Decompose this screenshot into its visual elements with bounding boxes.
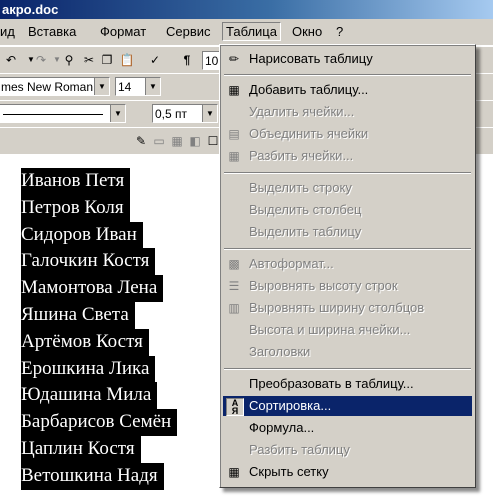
undo-icon[interactable]: ↶ [2,51,20,69]
paste-icon[interactable]: 📋 [118,51,136,69]
pilcrow-icon[interactable]: ¶ [178,51,196,69]
shading-icon[interactable]: ▦ [168,132,186,150]
menu-item-distribute-rows: ☰ Выровнять высоту строк [223,276,472,296]
zoom-value: 10 [205,54,219,68]
cut-icon[interactable]: ✂ [80,51,98,69]
list-item[interactable]: Юдашина Мила [21,382,158,410]
menu-item-formula[interactable]: Формула... [223,418,472,438]
list-item[interactable]: Петров Коля [21,194,130,222]
sort-az-icon: АЯ [226,398,244,416]
line-width-value: 0,5 пт [155,107,188,121]
chevron-down-icon[interactable]: ▼ [145,78,160,95]
list-item[interactable]: Артёмов Костя [21,328,149,356]
menu-item-autoformat: ▩ Автоформат... [223,254,472,274]
font-name-combo[interactable]: mes New Roman ▼ [0,77,110,96]
chevron-down-icon[interactable]: ▼ [202,105,217,122]
menu-item-distribute-columns: ▥ Выровнять ширину столбцов [223,298,472,318]
eraser-icon[interactable]: ▭ [150,132,168,150]
line-width-combo[interactable]: 0,5 пт ▼ [152,104,218,123]
list-item[interactable]: Ерошкина Лика [21,355,156,383]
font-size-combo[interactable]: 14 ▼ [115,77,161,96]
menu-item-insert-table[interactable]: ▦ Добавить таблицу... [223,80,472,100]
menu-edit[interactable]: ид [0,24,15,39]
menu-table[interactable]: Таблица [222,22,281,41]
menu-item-delete-cells: Удалить ячейки... [249,104,355,119]
menu-item-hide-gridlines[interactable]: ▦ Скрыть сетку [223,462,472,482]
list-item[interactable]: Барбарисов Семён [21,409,178,436]
menu-tools[interactable]: Сервис [166,24,211,39]
list-item[interactable]: Иванов Петя [21,168,131,195]
autoformat-icon: ▩ [228,257,240,271]
gridlines-icon: ▦ [228,465,240,479]
menu-format[interactable]: Формат [100,24,146,39]
menu-separator [224,74,471,76]
menu-item-convert-to-table[interactable]: Преобразовать в таблицу... [223,374,472,394]
menu-item-select-column: Выделить столбец [249,202,362,217]
line-style-sample [3,114,103,115]
list-item[interactable]: Галочкин Костя [21,248,156,276]
spellcheck-icon[interactable]: ✓ [146,51,164,69]
table-menu: ✏ Нарисовать таблицу ▦ Добавить таблицу.… [219,44,476,488]
menu-item-headings: Заголовки [249,344,311,359]
menu-bar: ид Вставка Формат Сервис Таблица Окно ? [0,19,493,46]
list-item[interactable]: Мамонтова Лена [21,275,164,302]
distribute-rows-icon: ☰ [228,279,240,293]
menu-window[interactable]: Окно [292,24,322,39]
chevron-down-icon[interactable]: ▼ [94,78,109,95]
menu-insert[interactable]: Вставка [28,24,76,39]
menu-item-draw-table[interactable]: ✏ Нарисовать таблицу [223,49,472,69]
menu-item-sort[interactable]: АЯ Сортировка... [223,396,472,416]
names-list: Иванов Петя Петров Коля Сидоров Иван Гал… [21,168,178,490]
menu-separator [224,248,471,250]
line-style-combo[interactable]: ▼ [0,104,126,123]
menu-item-split-table: Разбить таблицу [249,442,350,457]
draw-table-icon[interactable]: ✎ [132,132,150,150]
find-icon[interactable]: ⚲ [60,51,78,69]
list-item[interactable]: Яшина Света [21,301,135,329]
menu-item-cell-height-width: Высота и ширина ячейки... [249,322,411,337]
list-item[interactable]: Сидоров Иван [21,221,143,249]
window-title: акро.doc [2,2,59,17]
list-item[interactable]: Ветошкина Надя [21,462,164,490]
merge-cells-icon: ▤ [228,127,240,141]
title-bar: акро.doc [0,0,493,19]
menu-item-select-row: Выделить строку [249,180,352,195]
pencil-icon: ✏ [228,52,240,66]
copy-icon[interactable]: ❐ [98,51,116,69]
fill-color-icon[interactable]: ◧ [186,132,204,150]
menu-item-select-table: Выделить таблицу [249,224,362,239]
chevron-down-icon[interactable]: ▼ [110,105,125,122]
menu-item-split-cells: ▦ Разбить ячейки... [223,146,472,166]
font-name-value: mes New Roman [1,80,94,94]
insert-table-icon: ▦ [228,83,240,97]
menu-item-merge-cells: ▤ Объединить ячейки [223,124,472,144]
distribute-columns-icon: ▥ [228,301,240,315]
menu-separator [224,172,471,174]
font-size-value: 14 [118,80,132,94]
menu-help[interactable]: ? [336,24,343,39]
split-cells-icon: ▦ [228,149,240,163]
list-item[interactable]: Цаплин Костя [21,435,141,463]
menu-separator [224,368,471,370]
